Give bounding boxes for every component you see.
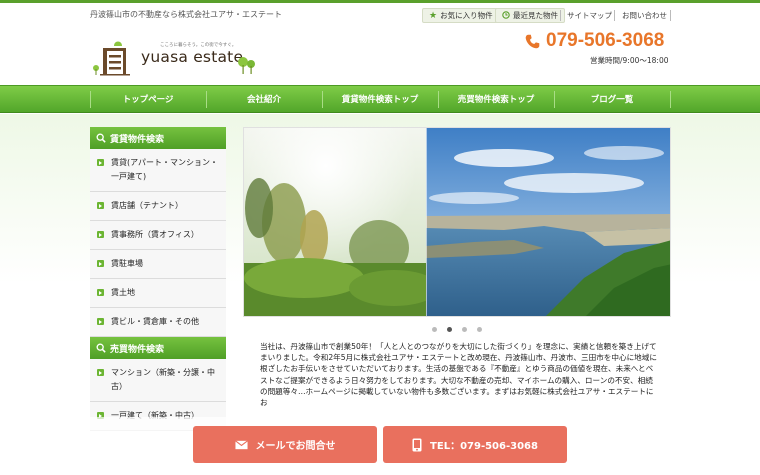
favorites-link[interactable]: ★ お気に入り物件 (422, 8, 500, 23)
arrow-bullet-icon (97, 260, 104, 267)
slider-dot-active[interactable] (447, 327, 452, 332)
tree-icon (238, 57, 255, 74)
house-logo-icon (93, 41, 130, 76)
slider-dot[interactable] (462, 327, 467, 332)
sidebar-item-rental-store[interactable]: 賃店舗（テナント） (90, 192, 226, 221)
sticky-cta-bar (0, 417, 760, 475)
arrow-bullet-icon (97, 231, 104, 238)
phone-number[interactable]: 079-506-3068 (524, 30, 664, 52)
sidebar-item-sale-mansion[interactable]: マンション（新築・分譲・中古） (90, 359, 226, 402)
sidebar-item-label: マンション（新築・分譲・中古） (111, 368, 215, 391)
sidebar-item-rental-building[interactable]: 賃ビル・賃倉庫・その他 (90, 308, 226, 337)
nav-item-top[interactable]: トップページ (90, 86, 206, 112)
sidebar-item-label: 賃土地 (111, 288, 135, 297)
recent-label: 最近見た物件 (513, 11, 558, 20)
smartphone-icon (412, 438, 422, 451)
mail-contact-button[interactable]: メールでお問合せ (193, 426, 377, 463)
nav-item-company[interactable]: 会社紹介 (206, 86, 322, 112)
sitemap-link[interactable]: サイトマップ (567, 8, 612, 23)
slider-dot[interactable] (477, 327, 482, 332)
site-tagline: 丹波篠山市の不動産なら株式会社ユアサ・エステート (90, 10, 282, 19)
nav-item-sale-search[interactable]: 売買物件検索トップ (438, 86, 554, 112)
site-logo[interactable]: こころに暮らそう。この街で今すぐ。 yuasa estate (92, 38, 262, 78)
sidebar-item-rental-residence[interactable]: 賃貸(アパート・マンション・一戸建て) (90, 149, 226, 192)
mail-icon (234, 439, 248, 449)
arrow-bullet-icon (97, 318, 104, 325)
nav-item-blog[interactable]: ブログ一覧 (554, 86, 670, 112)
util-divider (560, 10, 561, 21)
favorites-label: お気に入り物件 (440, 11, 493, 20)
sidebar-item-label: 賃店舗（テナント） (111, 201, 183, 210)
rental-search-heading-label: 賃貸物件検索 (110, 134, 165, 145)
clock-icon (502, 10, 510, 21)
arrow-bullet-icon (97, 369, 104, 376)
arrow-bullet-icon (97, 289, 104, 296)
util-divider (670, 10, 671, 21)
recent-link[interactable]: 最近見た物件 (495, 8, 565, 23)
phone-contact-label: TEL：079-506-3068 (430, 441, 538, 452)
sidebar-item-rental-parking[interactable]: 賃駐車場 (90, 250, 226, 279)
top-accent-bar (0, 0, 760, 3)
mail-contact-label: メールでお問合せ (255, 441, 336, 452)
sidebar-item-rental-office[interactable]: 賃事務所（賃オフィス） (90, 221, 226, 250)
sale-search-heading: 売買物件検索 (90, 337, 226, 359)
search-icon (96, 343, 106, 353)
search-icon (96, 133, 106, 143)
sidebar: 賃貸物件検索 賃貸(アパート・マンション・一戸建て) 賃店舗（テナント） 賃事務… (90, 127, 226, 431)
star-icon: ★ (429, 10, 438, 21)
nav-divider (670, 91, 671, 108)
util-divider (614, 10, 615, 21)
hero-photo (244, 128, 670, 316)
sidebar-item-label: 賃ビル・賃倉庫・その他 (111, 317, 199, 326)
phone-contact-button[interactable]: TEL：079-506-3068 (383, 426, 567, 463)
hero-image-slider[interactable] (243, 127, 671, 317)
company-intro-text: 当社は、丹波篠山市で創業50年！「人と人とのつながりを大切にした街づくり」を理念… (260, 342, 657, 408)
slider-dot[interactable] (432, 327, 437, 332)
slider-pagination (432, 327, 482, 332)
rental-search-heading: 賃貸物件検索 (90, 127, 226, 149)
sidebar-item-rental-land[interactable]: 賃土地 (90, 279, 226, 308)
sale-search-heading-label: 売買物件検索 (110, 344, 165, 355)
logo-wordmark: yuasa estate (141, 48, 244, 66)
sidebar-item-label: 賃駐車場 (111, 259, 143, 268)
phone-icon (525, 34, 540, 48)
sidebar-item-label: 賃事務所（賃オフィス） (111, 230, 199, 239)
contact-link[interactable]: お問い合わせ (622, 8, 667, 23)
business-hours: 営業時間/9:00〜18:00 (590, 56, 669, 65)
global-nav: トップページ 会社紹介 賃貸物件検索トップ 売買物件検索トップ ブログ一覧 (0, 85, 760, 113)
sidebar-item-label: 賃貸(アパート・マンション・一戸建て) (111, 158, 218, 181)
arrow-bullet-icon (97, 202, 104, 209)
phone-number-text: 079-506-3068 (546, 30, 665, 51)
nav-item-rental-search[interactable]: 賃貸物件検索トップ (322, 86, 438, 112)
arrow-bullet-icon (97, 159, 104, 166)
